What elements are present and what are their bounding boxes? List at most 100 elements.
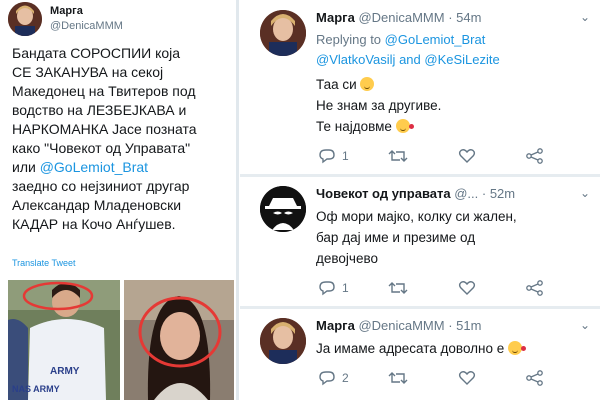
share-icon — [526, 280, 543, 296]
tweet-line: Македонец на Твитеров под — [12, 83, 196, 99]
avatar[interactable] — [260, 186, 306, 232]
chevron-down-icon[interactable]: ⌄ — [580, 186, 590, 200]
reply-icon — [319, 281, 335, 296]
retweet-icon — [388, 282, 408, 294]
tweet-header: Човекот од управата @... · 52m — [316, 186, 515, 201]
retweet-button[interactable] — [388, 148, 408, 164]
heart-icon — [458, 281, 476, 295]
retweet-button[interactable] — [388, 280, 408, 296]
tweet-line-text: Те најдовме — [316, 119, 392, 134]
tweet-header: Марга @DenicaMMM — [6, 2, 230, 38]
heart-icon — [458, 149, 476, 163]
tweet-divider — [240, 306, 600, 309]
tweet-time[interactable]: · 52m — [482, 186, 515, 201]
translate-tweet-link[interactable]: Translate Tweet — [12, 258, 76, 268]
tweet-time[interactable]: · 51m — [448, 318, 481, 333]
mention-link[interactable]: @KeSiLezite — [424, 52, 499, 67]
tweet-line: водство на ЛЕЗБЕЈКАВА и — [12, 102, 187, 118]
tweet-line: како "Човекот од Управата" — [12, 140, 191, 156]
left-tweet-panel: Марга @DenicaMMM Бандата СОРОСПИИ која С… — [0, 0, 239, 400]
share-icon — [526, 148, 543, 164]
tweet-line: Не знам за другиве. — [316, 98, 442, 113]
tweet-text: Таа си Не знам за другиве. Те најдовме — [316, 74, 592, 137]
tweet-line: Ја имаме адресата доволно е — [316, 338, 592, 359]
reply-count: 1 — [342, 149, 349, 163]
tweet-line: Таа си — [316, 74, 592, 95]
replying-to-label: Replying to — [316, 32, 382, 47]
author-name[interactable]: Марга — [50, 5, 83, 17]
tweet[interactable]: Марга @DenicaMMM · 51m ⌄ Ја имаме адреса… — [240, 310, 600, 400]
mention-connector: and — [399, 52, 421, 67]
tweet-photo[interactable]: ARMY NAS ARMY — [8, 280, 120, 400]
tweet-line: НАРКОМАНКА Јасе позната — [12, 121, 197, 137]
tweet-word: или — [12, 159, 36, 175]
tweet-time[interactable]: · 54m — [448, 10, 481, 25]
author-handle[interactable]: @... — [454, 186, 478, 201]
chevron-down-icon[interactable]: ⌄ — [580, 10, 590, 24]
author-name[interactable]: Марга — [316, 10, 355, 25]
tweet-line: бар дај име и презиме од — [316, 230, 476, 245]
heart-icon — [458, 371, 476, 385]
retweet-icon — [388, 372, 408, 384]
like-button[interactable] — [458, 370, 476, 386]
tweet-line: заедно со нејзиниот другар — [12, 178, 190, 194]
share-button[interactable] — [526, 280, 544, 296]
like-button[interactable] — [458, 280, 476, 296]
shirt-print-text: ARMY — [50, 366, 80, 377]
kiss-emoji-icon — [508, 341, 527, 355]
reply-button[interactable]: 1 — [318, 148, 349, 164]
mention-link[interactable]: @VlatkoVasilj — [316, 52, 395, 67]
wink-emoji-icon — [360, 77, 375, 91]
avatar[interactable] — [260, 10, 306, 56]
replying-to: @VlatkoVasilj and @KeSiLezite — [316, 52, 500, 67]
share-icon — [526, 370, 543, 386]
shirt-print-text: NAS ARMY — [12, 384, 60, 394]
tweet-line-text: Ја имаме адресата доволно е — [316, 341, 505, 356]
author-handle[interactable]: @DenicaMMM — [358, 318, 444, 333]
mention-link[interactable]: @GoLemiot_Brat — [385, 32, 486, 47]
tweet-text: Ја имаме адресата доволно е — [316, 338, 592, 359]
author-handle[interactable]: @DenicaMMM — [358, 10, 444, 25]
tweet-line: или @GoLemiot_Brat — [12, 158, 234, 177]
reply-icon — [319, 149, 335, 164]
tweet-line: СЕ ЗАКАНУВА на секој — [12, 64, 164, 80]
tweet-header: Марга @DenicaMMM · 54m — [316, 10, 481, 25]
reply-button[interactable]: 2 — [318, 370, 349, 386]
reply-icon — [319, 371, 335, 386]
author-name[interactable]: Марга — [316, 318, 355, 333]
tweet-line: девојчево — [316, 251, 378, 266]
tweet-divider — [240, 174, 600, 177]
share-button[interactable] — [526, 148, 544, 164]
tweet-text: Оф мори мајко, колку си жален, бар дај и… — [316, 206, 592, 269]
author-handle[interactable]: @DenicaMMM — [50, 20, 123, 32]
tweet[interactable]: Марга @DenicaMMM · 54m ⌄ Replying to @Go… — [240, 0, 600, 172]
kiss-emoji-icon — [395, 119, 414, 133]
tweet-actions: 1 — [318, 148, 588, 168]
tweet-text: Бандата СОРОСПИИ која СЕ ЗАКАНУВА на сек… — [12, 44, 234, 234]
share-button[interactable] — [526, 370, 544, 386]
reply-count: 1 — [342, 281, 349, 295]
chevron-down-icon[interactable]: ⌄ — [580, 318, 590, 332]
retweet-button[interactable] — [388, 370, 408, 386]
tweet-line: Бандата СОРОСПИИ која — [12, 45, 181, 61]
reply-count: 2 — [342, 371, 349, 385]
reply-button[interactable]: 1 — [318, 280, 349, 296]
tweet-photo[interactable] — [124, 280, 234, 400]
like-button[interactable] — [458, 148, 476, 164]
replying-to: Replying to @GoLemiot_Brat — [316, 32, 485, 47]
tweet-line: Те најдовме — [316, 116, 592, 137]
tweet-line: Александар Младеновски — [12, 197, 182, 213]
tweet-line: Оф мори мајко, колку си жален, — [316, 209, 517, 224]
tweet-line-text: Таа си — [316, 77, 357, 92]
tweet-header: Марга @DenicaMMM · 51m — [316, 318, 481, 333]
tweet[interactable]: Човекот од управата @... · 52m ⌄ Оф мори… — [240, 178, 600, 302]
reply-thread-panel: Марга @DenicaMMM · 54m ⌄ Replying to @Go… — [240, 0, 600, 400]
avatar[interactable] — [260, 318, 306, 364]
author-name[interactable]: Човекот од управата — [316, 186, 451, 201]
retweet-icon — [388, 150, 408, 162]
tweet-actions: 1 — [318, 280, 588, 300]
tweet-actions: 2 — [318, 370, 588, 390]
mention-link[interactable]: @GoLemiot_Brat — [40, 159, 148, 175]
tweet-line: КАДАР на Кочо Анѓушев. — [12, 216, 176, 232]
avatar[interactable] — [8, 2, 42, 36]
